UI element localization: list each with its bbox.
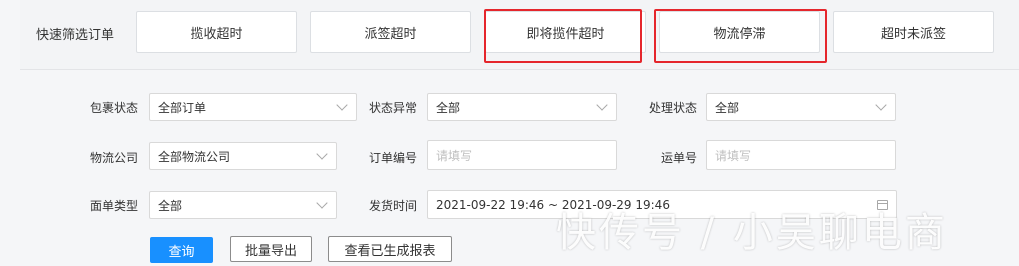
process-status-select[interactable]: 全部	[706, 93, 896, 121]
waybill-type-value: 全部	[158, 198, 183, 213]
process-status-label: 处理状态	[648, 101, 697, 115]
status-exception-label: 状态异常	[368, 101, 417, 115]
bulk-export-button[interactable]: 批量导出	[230, 236, 312, 262]
quick-filter-pickup-timeout-button[interactable]: 揽收超时	[136, 11, 297, 53]
logistics-company-value: 全部物流公司	[158, 149, 231, 164]
status-exception-value: 全部	[436, 100, 461, 115]
tracking-number-placeholder: 请填写	[715, 148, 752, 163]
status-exception-select[interactable]: 全部	[427, 93, 617, 121]
chevron-down-icon	[316, 148, 328, 160]
order-number-input[interactable]: 请填写	[427, 140, 617, 170]
order-number-label: 订单编号	[368, 151, 417, 165]
tracking-number-input[interactable]: 请填写	[706, 140, 896, 170]
chevron-down-icon	[875, 99, 887, 111]
quick-filter-undelivered-timeout-button[interactable]: 超时未派签	[833, 11, 994, 53]
waybill-type-select[interactable]: 全部	[149, 191, 337, 219]
package-status-label: 包裹状态	[89, 101, 138, 115]
package-status-value: 全部订单	[158, 100, 207, 115]
chevron-down-icon	[596, 99, 608, 111]
waybill-type-label: 面单类型	[89, 199, 138, 213]
query-button[interactable]: 查询	[150, 237, 213, 263]
logistics-company-select[interactable]: 全部物流公司	[149, 142, 337, 170]
logistics-company-label: 物流公司	[89, 151, 138, 165]
watermark: 快传号 / 小吴聊电商	[556, 210, 948, 256]
package-status-select[interactable]: 全部订单	[149, 93, 357, 121]
quick-filter-logistics-stalled-button[interactable]: 物流停滞	[659, 11, 820, 53]
quick-filter-delivery-timeout-button[interactable]: 派签超时	[310, 11, 471, 53]
process-status-value: 全部	[715, 100, 740, 115]
chevron-down-icon	[316, 197, 328, 209]
quick-filter-bar: 快速筛选订单 揽收超时 派签超时 即将揽件超时 物流停滞 超时未派签	[20, 0, 1019, 70]
ship-time-label: 发货时间	[368, 199, 417, 213]
quick-filter-pickup-soon-timeout-button[interactable]: 即将揽件超时	[485, 11, 646, 53]
quick-filter-label: 快速筛选订单	[36, 28, 115, 43]
order-number-placeholder: 请填写	[436, 148, 473, 163]
view-reports-button[interactable]: 查看已生成报表	[328, 236, 452, 262]
tracking-number-label: 运单号	[660, 151, 697, 165]
order-filter-page: 快速筛选订单 揽收超时 派签超时 即将揽件超时 物流停滞 超时未派签 包裹状态 …	[0, 0, 1019, 266]
